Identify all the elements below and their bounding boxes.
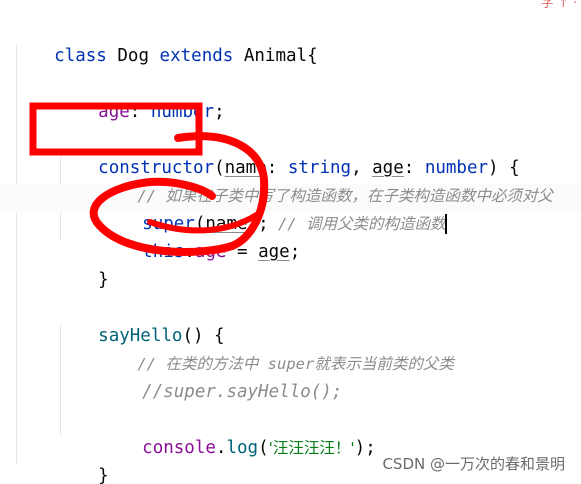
code-editor[interactable]: 字 ↑ · class Dog extends Animal{ age: num… [0,0,581,484]
code-line-comment-super[interactable]: // 在类的方法中 super就表示当前类的父类 [100,322,454,373]
method-log: log [226,438,259,458]
code-line-constructor[interactable]: constructor(name: string, age: number) { [56,126,520,178]
indent-guide [16,44,17,464]
dot: . [184,242,195,262]
paren-open: ( [258,438,269,458]
keyword-class: class [54,46,107,66]
code-line-super-call[interactable]: super(name); // 调用父类的构造函数 [100,182,447,234]
comment-text: //super.sayHello(); [142,382,343,402]
text-caret [445,214,447,234]
paren-close: ); [354,438,376,458]
code-line-age-property[interactable]: age: number; [56,70,224,122]
class-name: Dog [117,46,149,66]
semicolon: ; [289,242,301,262]
code-line-comment-constructor[interactable]: // 如果在子类中写了构造函数，在子类构造函数中必须对父 [100,154,553,205]
code-line-sayhello[interactable]: sayHello() { [56,294,224,346]
value-age: age [258,242,290,262]
property-age: age [98,102,130,122]
watermark: CSDN @一万次的春和景明 [382,455,565,473]
colon: : [129,102,151,122]
type-number: number [150,102,215,122]
code-line-close-brace[interactable]: } [56,238,109,290]
string-literal: '汪汪汪汪！' [268,439,355,457]
parent-class: Animal{ [243,46,318,66]
keyword-this: this [142,242,185,262]
property-age: age [194,242,227,262]
semicolon: ; [214,102,225,122]
corner-fragment: 字 ↑ · [540,0,577,11]
brace: } [98,466,109,484]
code-line-class-declaration[interactable]: class Dog extends Animal{ [12,14,317,66]
code-line-close-brace[interactable]: } [56,434,109,484]
code-line-commented-call[interactable]: //super.sayHello(); [100,350,342,402]
equals: = [226,242,259,262]
keyword-extends: extends [159,46,234,66]
code-line-this-age[interactable]: this.age = age; [100,210,300,262]
console-object: console [142,438,216,458]
brace: } [98,270,109,290]
code-line-console-log[interactable]: console.log('汪汪汪汪！'); [100,406,376,458]
dot: . [215,438,227,458]
